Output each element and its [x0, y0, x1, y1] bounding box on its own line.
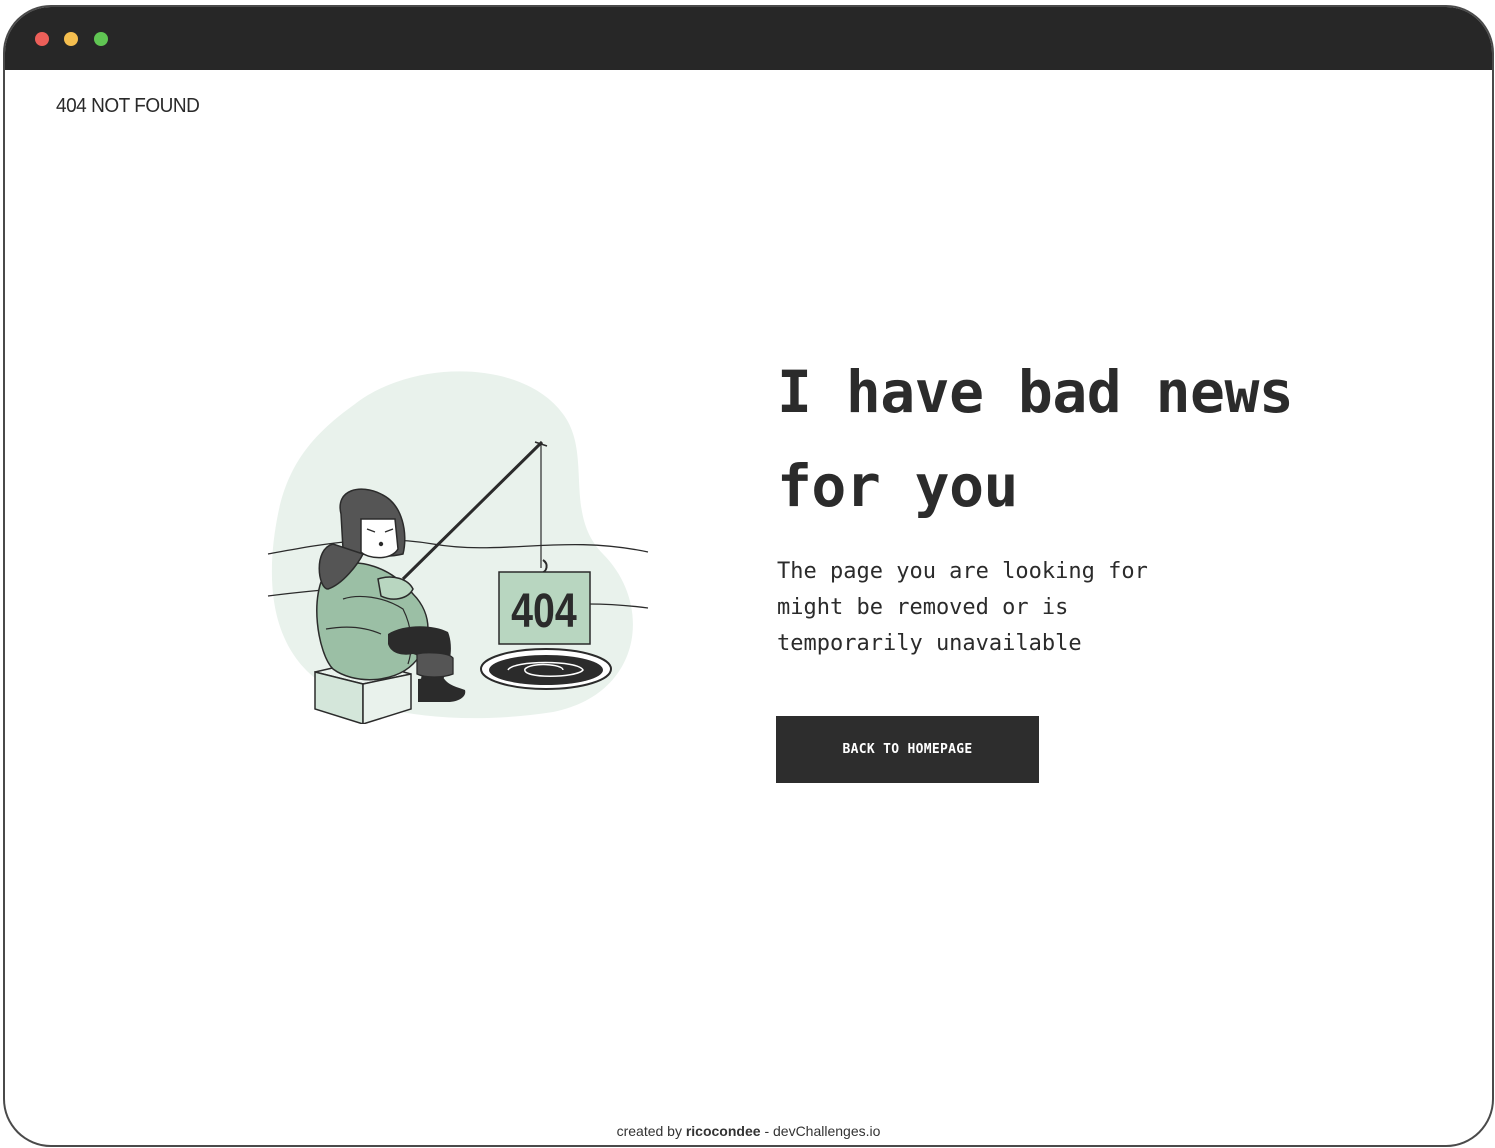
minimize-window-dot[interactable]	[64, 32, 78, 46]
footer-prefix: created by	[616, 1123, 682, 1139]
maximize-window-dot[interactable]	[94, 32, 108, 46]
fisherman-face	[360, 518, 399, 559]
back-to-homepage-button[interactable]: BACK TO HOMEPAGE	[776, 716, 1039, 783]
ice-fishing-illustration: 404	[267, 371, 649, 724]
footer-credits: created by ricocondee - devChallenges.io	[5, 1123, 1492, 1139]
page-description: The page you are looking for might be re…	[777, 559, 1148, 656]
close-window-dot[interactable]	[35, 32, 49, 46]
browser-window: 404 NOT FOUND 404 I have bad news for yo…	[5, 7, 1492, 1145]
page-headline: I have bad news for you	[777, 358, 1294, 520]
site-logo[interactable]: 404 NOT FOUND	[56, 95, 200, 118]
footer-separator: -	[764, 1123, 770, 1139]
sign-text: 404	[511, 584, 577, 638]
title-bar	[5, 7, 1492, 70]
site-link[interactable]: devChallenges.io	[773, 1123, 880, 1139]
author-link[interactable]: ricocondee	[686, 1123, 761, 1139]
